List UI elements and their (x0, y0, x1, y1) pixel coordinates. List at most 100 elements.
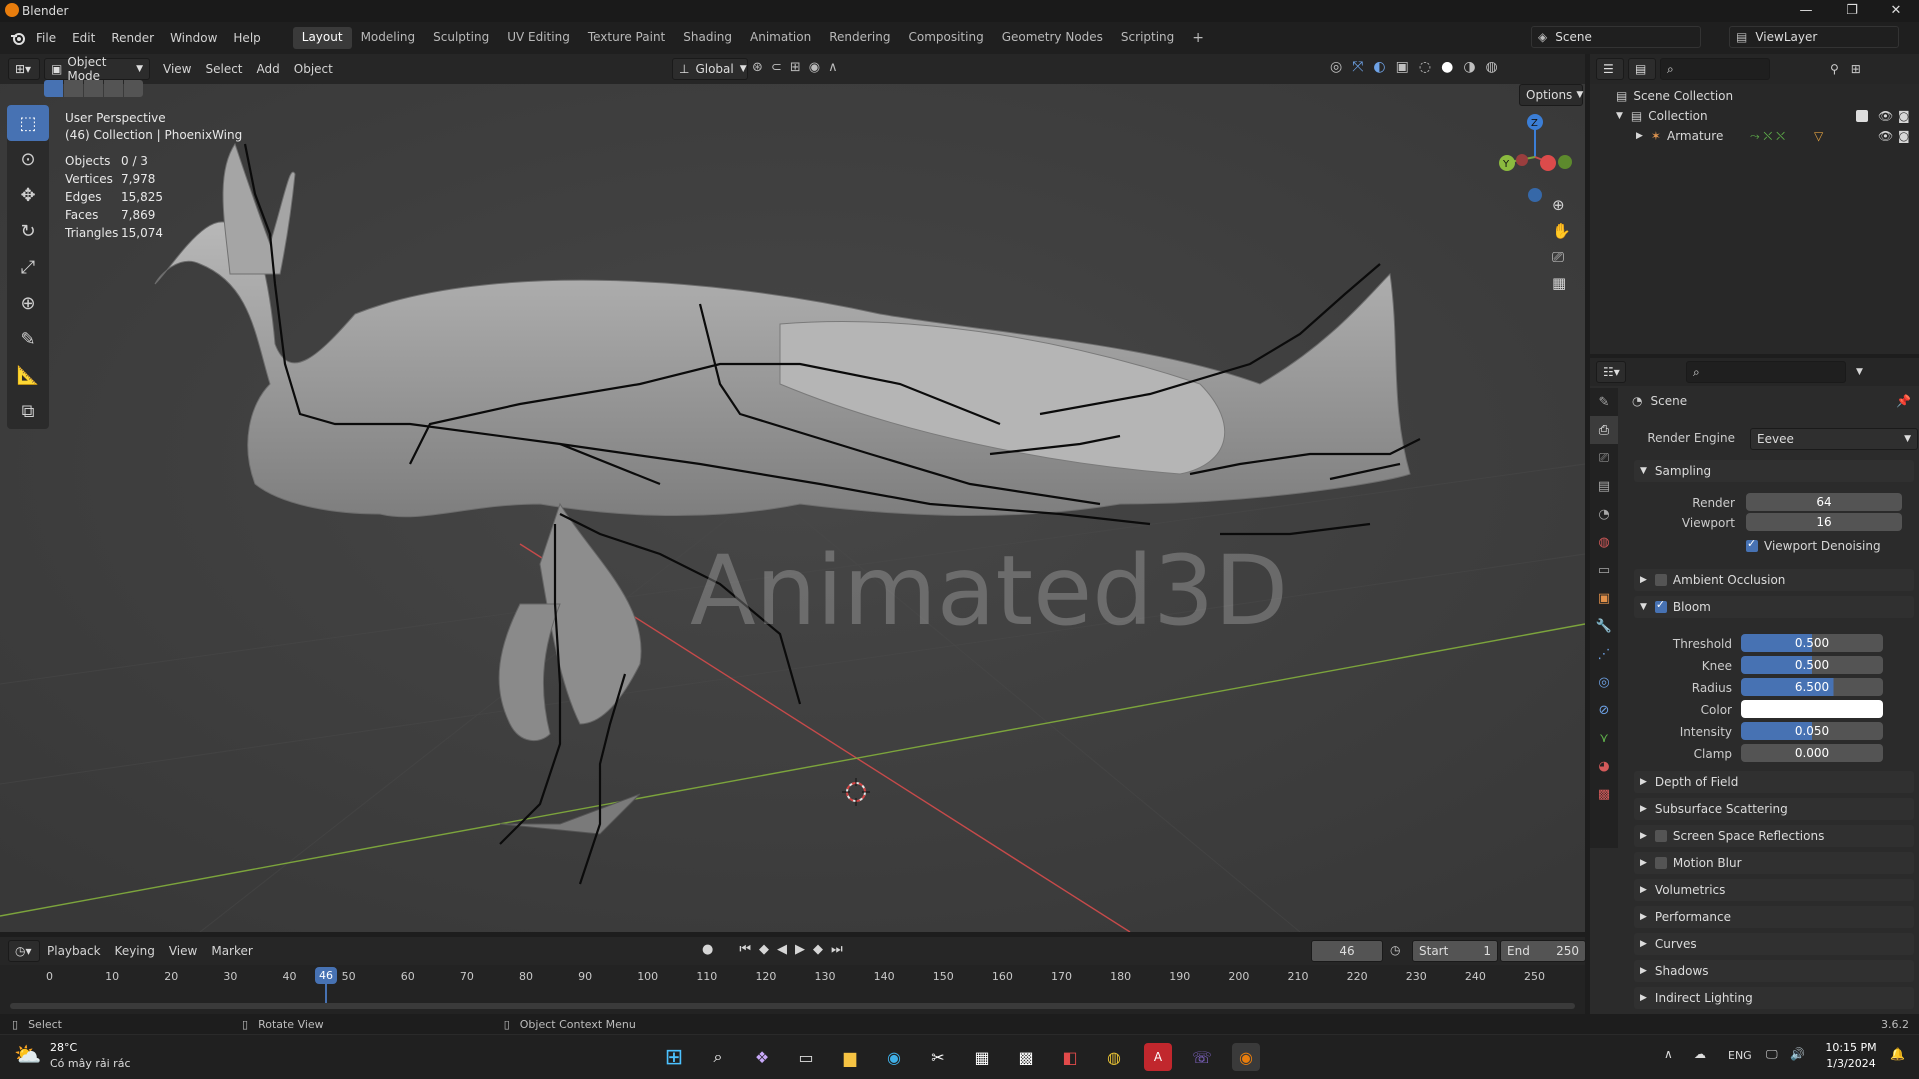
select-intersect-icon[interactable] (124, 80, 143, 97)
move-tool-icon[interactable]: ✥ (7, 177, 49, 213)
physics-tab-icon[interactable]: ◎ (1590, 668, 1618, 696)
volume-icon[interactable]: 🔊 (1790, 1047, 1805, 1061)
tab-rendering[interactable]: Rendering (820, 27, 899, 49)
navigation-gizmo[interactable]: Z Y (1490, 112, 1580, 202)
windows-start-icon[interactable]: ⊞ (660, 1043, 688, 1071)
language-indicator[interactable]: ENG (1728, 1049, 1752, 1062)
checkbox-icon[interactable] (1654, 598, 1667, 613)
material-tab-icon[interactable]: ◕ (1590, 752, 1618, 780)
camera-view-icon[interactable]: ⎚ (1552, 248, 1571, 266)
play-icon[interactable]: ▶ (795, 942, 805, 957)
filter-icon[interactable]: ⚲ (1830, 62, 1839, 76)
pivot-icon[interactable]: ⊛ (752, 60, 763, 75)
play-reverse-icon[interactable]: ◀ (777, 942, 787, 957)
outliner-item-armature[interactable]: ▶ ✶ Armature ⤳ ⛌ ⛌ ▽ 👁 ◙ (1590, 126, 1919, 146)
perspective-grid-icon[interactable]: ▦ (1552, 274, 1571, 292)
bloom-radius-field[interactable]: 6.500 (1741, 678, 1883, 696)
tab-modeling[interactable]: Modeling (352, 27, 425, 49)
camera-render-icon[interactable]: ◙ (1898, 129, 1910, 143)
section-volumetrics[interactable]: ▶ Volumetrics (1634, 879, 1914, 901)
tray-overflow-icon[interactable]: ∧ (1664, 1047, 1673, 1061)
section-shadows[interactable]: ▶ Shadows (1634, 960, 1914, 982)
add-workspace-icon[interactable]: + (1183, 27, 1213, 49)
menu-file[interactable]: File (28, 31, 64, 45)
blender-menu-icon[interactable] (8, 28, 28, 48)
properties-editor-type-button[interactable]: ☷▾ (1596, 361, 1626, 383)
close-button[interactable]: ✕ (1873, 0, 1919, 22)
menu-keying[interactable]: Keying (108, 944, 162, 958)
visibility-icon[interactable]: ◎ (1330, 59, 1342, 75)
expand-arrow-icon[interactable]: ▼ (1616, 111, 1623, 121)
bloom-color-field[interactable] (1741, 700, 1883, 718)
eye-icon[interactable]: 👁 (1878, 109, 1893, 123)
select-box-tool-icon[interactable]: ⬚ (7, 105, 49, 141)
outliner-editor-type-button[interactable]: ☰ (1596, 58, 1624, 80)
tab-compositing[interactable]: Compositing (899, 27, 992, 49)
clock-date[interactable]: 1/3/2024 (1819, 1057, 1883, 1070)
pin-icon[interactable]: 📌 (1896, 394, 1911, 408)
tab-geometry-nodes[interactable]: Geometry Nodes (993, 27, 1112, 49)
gizmo-toggle-icon[interactable]: ⤧ (1352, 59, 1363, 75)
checkbox-icon[interactable] (1654, 830, 1667, 842)
constraints-tab-icon[interactable]: ⊘ (1590, 696, 1618, 724)
eye-icon[interactable]: 👁 (1878, 129, 1893, 143)
solid-shading-icon[interactable]: ● (1441, 59, 1453, 75)
pan-hand-icon[interactable]: ✋ (1552, 222, 1571, 240)
particles-tab-icon[interactable]: ⋰ (1590, 640, 1618, 668)
section-ambient-occlusion[interactable]: ▶ Ambient Occlusion (1634, 569, 1914, 591)
snipping-tool-icon[interactable]: ✂ (924, 1043, 952, 1071)
edge-browser-icon[interactable]: ◉ (880, 1043, 908, 1071)
viewport-denoising-checkbox[interactable]: Viewport Denoising (1746, 537, 1881, 553)
section-subsurface-scattering[interactable]: ▶ Subsurface Scattering (1634, 798, 1914, 820)
select-subtract-icon[interactable] (84, 80, 103, 97)
editor-type-button[interactable]: ⊞▾ (8, 58, 40, 80)
viewlayer-selector[interactable]: ▤ ViewLayer (1729, 26, 1899, 48)
material-shading-icon[interactable]: ◑ (1463, 59, 1475, 75)
notification-bell-icon[interactable]: 🔔 (1890, 1047, 1905, 1061)
tab-shading[interactable]: Shading (674, 27, 741, 49)
section-motion-blur[interactable]: ▶ Motion Blur (1634, 852, 1914, 874)
bloom-clamp-field[interactable]: 0.000 (1741, 744, 1883, 762)
outliner-scene-collection[interactable]: ▤ Scene Collection (1590, 86, 1919, 106)
scene-tab-icon[interactable]: ◔ (1590, 500, 1618, 528)
menu-edit[interactable]: Edit (64, 31, 103, 45)
modifier-tab-icon[interactable]: 🔧 (1590, 612, 1618, 640)
start-frame-field[interactable]: Start 1 (1412, 940, 1498, 962)
sampling-viewport-field[interactable]: 16 (1746, 513, 1902, 531)
camera-render-icon[interactable]: ◙ (1898, 109, 1910, 123)
adobe-app-icon[interactable]: A (1144, 1043, 1172, 1071)
menu-object[interactable]: Object (287, 62, 340, 76)
menu-add[interactable]: Add (250, 62, 287, 76)
xray-icon[interactable]: ▣ (1396, 59, 1409, 75)
menu-timeline-view[interactable]: View (162, 944, 204, 958)
tab-layout[interactable]: Layout (292, 27, 352, 49)
collection-tab-icon[interactable]: ▭ (1590, 556, 1618, 584)
output-tab-icon[interactable]: ⎚ (1590, 444, 1618, 472)
menu-render[interactable]: Render (103, 31, 162, 45)
render-engine-dropdown[interactable]: Eevee ▼ (1750, 428, 1918, 450)
section-bloom[interactable]: ▼ Bloom (1634, 596, 1914, 618)
proportional-edit-icon[interactable]: ◉ (809, 60, 820, 75)
exclude-checkbox-icon[interactable] (1856, 110, 1868, 122)
transform-orientation-selector[interactable]: ⊥ Global ▼ (672, 58, 748, 80)
texture-tab-icon[interactable]: ▩ (1590, 780, 1618, 808)
mail-app-icon[interactable]: ◧ (1056, 1043, 1084, 1071)
overlay-toggle-icon[interactable]: ◐ (1373, 59, 1385, 75)
store-icon[interactable]: ▦ (968, 1043, 996, 1071)
tab-animation[interactable]: Animation (741, 27, 820, 49)
bloom-threshold-field[interactable]: 0.500 (1741, 634, 1883, 652)
jump-end-icon[interactable]: ⏭ (831, 942, 843, 957)
tab-uv-editing[interactable]: UV Editing (498, 27, 579, 49)
expand-arrow-icon[interactable]: ▶ (1636, 131, 1643, 141)
checkbox-icon[interactable] (1654, 574, 1667, 586)
tool-tab-icon[interactable]: ✎ (1590, 388, 1618, 416)
end-frame-field[interactable]: End 250 (1500, 940, 1586, 962)
timeline-scrollbar[interactable] (10, 1003, 1575, 1009)
task-view-icon[interactable]: ▭ (792, 1043, 820, 1071)
render-tab-icon[interactable]: ⎙ (1590, 416, 1618, 444)
falloff-icon[interactable]: ∧ (828, 60, 838, 75)
scene-selector[interactable]: ◈ Scene (1531, 26, 1701, 48)
playhead-frame-indicator[interactable]: 46 (315, 967, 337, 984)
select-new-icon[interactable] (44, 80, 63, 97)
select-extend-icon[interactable] (64, 80, 83, 97)
